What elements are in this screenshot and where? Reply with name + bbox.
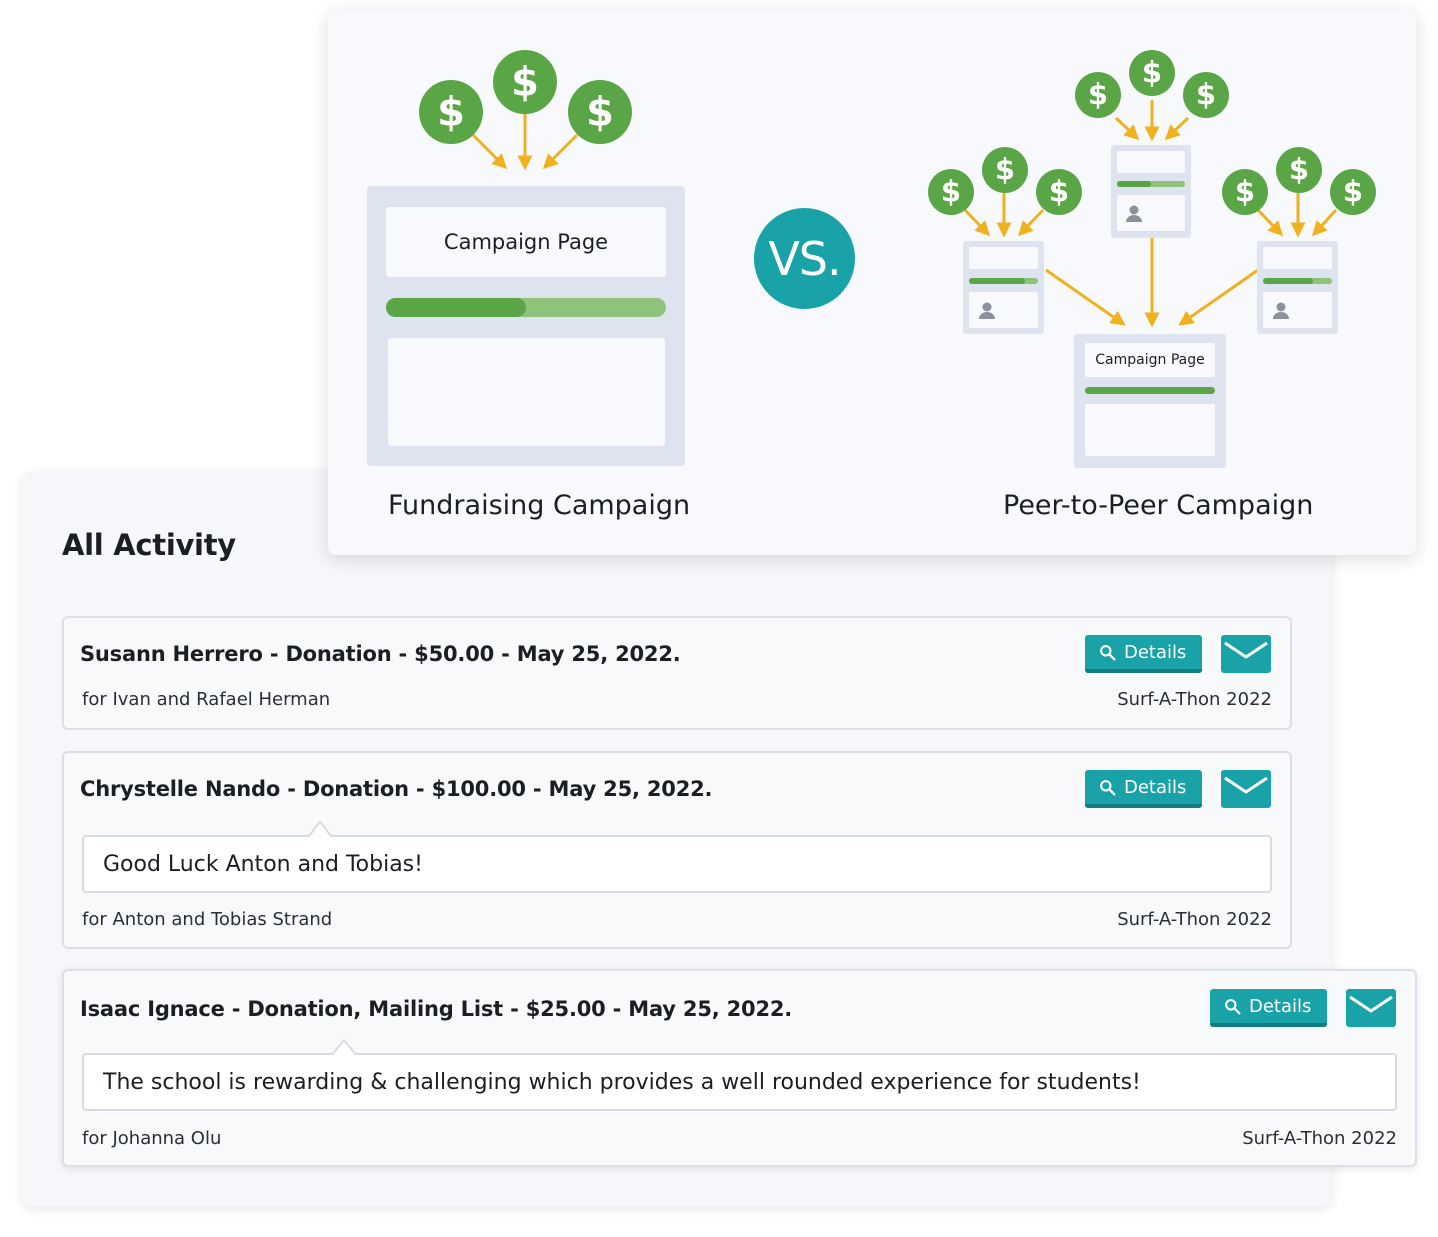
search-icon	[1100, 779, 1116, 795]
donation-message-text: The school is rewarding & challenging wh…	[103, 1070, 1141, 1095]
svg-text:$: $	[437, 89, 465, 135]
search-icon	[1225, 998, 1241, 1014]
envelope-icon	[1224, 641, 1268, 659]
envelope-icon	[1349, 995, 1393, 1013]
dollar-coin-icon: $	[1330, 169, 1376, 215]
activity-card-campaign: Surf-A-Thon 2022	[1242, 1128, 1397, 1149]
details-button-label: Details	[1124, 641, 1187, 663]
svg-text:$: $	[941, 175, 961, 209]
activity-card-recipient: for Ivan and Rafael Herman	[82, 689, 331, 710]
message-pointer	[332, 1039, 356, 1055]
details-button-label: Details	[1249, 995, 1312, 1017]
dollar-coin-icon: $	[568, 80, 632, 144]
activity-card: Chrystelle Nando - Donation - $100.00 - …	[62, 751, 1292, 949]
dollar-coin-icon: $	[1036, 169, 1082, 215]
details-button[interactable]: Details	[1085, 635, 1202, 673]
svg-text:$: $	[1289, 153, 1309, 187]
dollar-coin-icon: $	[419, 80, 483, 144]
comparison-illustration: $ $ $ $ $ $ $ $ $ $ $ $	[367, 50, 1376, 468]
envelope-icon	[1224, 776, 1268, 794]
peer-page	[963, 241, 1044, 334]
peer-page	[1111, 145, 1191, 238]
peer-campaign-page-title: Campaign Page	[1095, 352, 1205, 368]
dollar-coin-icon: $	[1276, 147, 1322, 193]
dollar-coin-icon: $	[1183, 72, 1229, 118]
dollar-coin-icon: $	[1129, 50, 1175, 96]
donation-message: The school is rewarding & challenging wh…	[82, 1039, 1397, 1111]
dollar-coin-icon: $	[1222, 169, 1268, 215]
activity-card-title: Chrystelle Nando - Donation - $100.00 - …	[80, 777, 713, 801]
email-button[interactable]	[1221, 635, 1271, 673]
svg-text:$: $	[1196, 78, 1216, 112]
dollar-coin-icon: $	[493, 50, 557, 114]
activity-card-campaign: Surf-A-Thon 2022	[1117, 909, 1272, 930]
donation-message: Good Luck Anton and Tobias!	[82, 821, 1272, 893]
activity-card-campaign: Surf-A-Thon 2022	[1117, 689, 1272, 710]
peer-page	[1257, 241, 1338, 334]
fundraising-campaign-caption: Fundraising Campaign	[388, 490, 691, 521]
activity-title: All Activity	[62, 528, 236, 562]
vs-badge: VS.	[754, 208, 855, 309]
activity-card: Susann Herrero - Donation - $50.00 - May…	[62, 616, 1292, 730]
details-button-label: Details	[1124, 776, 1187, 798]
svg-text:$: $	[1142, 56, 1162, 90]
campaign-comparison-panel: $ $ $ $ $ $ $ $ $ $ $ $ Campaign Page Campaign Page…	[328, 10, 1416, 555]
message-pointer	[308, 821, 332, 837]
details-button[interactable]: Details	[1085, 770, 1202, 808]
progress-fill	[386, 298, 526, 317]
campaign-page-body	[388, 338, 665, 446]
campaign-page-title: Campaign Page	[443, 230, 609, 254]
svg-text:$: $	[1088, 78, 1108, 112]
peer-to-peer-campaign-caption: Peer-to-Peer Campaign	[1003, 490, 1314, 521]
svg-text:$: $	[995, 153, 1015, 187]
activity-card: Isaac Ignace - Donation, Mailing List - …	[62, 969, 1417, 1167]
donation-message-text: Good Luck Anton and Tobias!	[103, 852, 423, 877]
svg-text:$: $	[1049, 175, 1069, 209]
activity-card-title: Isaac Ignace - Donation, Mailing List - …	[80, 997, 793, 1021]
dollar-coin-icon: $	[928, 169, 974, 215]
email-button[interactable]	[1346, 989, 1396, 1027]
details-button[interactable]: Details	[1210, 989, 1327, 1027]
email-button[interactable]	[1221, 770, 1271, 808]
dollar-coin-icon: $	[1075, 72, 1121, 118]
svg-text:$: $	[511, 59, 539, 105]
activity-card-title: Susann Herrero - Donation - $50.00 - May…	[80, 642, 681, 666]
svg-text:$: $	[1235, 175, 1255, 209]
dollar-coin-icon: $	[982, 147, 1028, 193]
activity-card-recipient: for Anton and Tobias Strand	[82, 909, 333, 930]
svg-text:$: $	[586, 89, 614, 135]
activity-card-recipient: for Johanna Olu	[82, 1128, 222, 1149]
search-icon	[1100, 644, 1116, 660]
svg-text:$: $	[1343, 175, 1363, 209]
fundraising-arrows	[471, 113, 579, 171]
